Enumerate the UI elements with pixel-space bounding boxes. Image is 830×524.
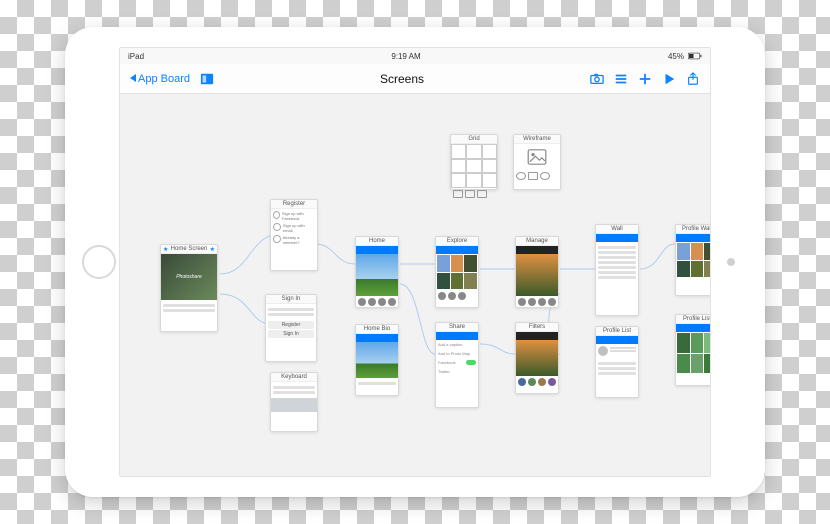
app-screen: iPad 9:19 AM 45% App Board Screens (119, 47, 711, 477)
share-tile[interactable]: Share Add a caption Add to Photo Map Fac… (435, 322, 479, 408)
wireframe-picture-label: Wireframe (514, 135, 560, 144)
tablet-right-side (711, 258, 751, 266)
filters-tile[interactable]: Filters (515, 322, 559, 394)
register-label: Register (271, 200, 317, 209)
home-screen-label: Home Screen (161, 245, 217, 254)
add-icon[interactable] (638, 72, 652, 86)
manage-tile[interactable]: Manage (515, 236, 559, 308)
play-icon[interactable] (662, 72, 676, 86)
signin-label: Sign In (266, 295, 316, 304)
profilewall-label: Profile Wall (676, 225, 711, 234)
home-screen-tile[interactable]: ★ ★ Home Screen Photoshare (160, 244, 218, 332)
battery-icon (688, 49, 702, 63)
explore-tile[interactable]: Explore (435, 236, 479, 308)
tablet-left-side (79, 245, 119, 279)
page-title: Screens (380, 72, 424, 86)
wall-label: Wall (596, 225, 638, 234)
share-icon[interactable] (686, 72, 700, 86)
app-name: Photoshare (176, 274, 202, 280)
wireframe-picture-tile[interactable]: Wireframe (513, 134, 561, 190)
keyboard-label: Keyboard (271, 373, 317, 382)
home-button[interactable] (82, 245, 116, 279)
register-tile[interactable]: Register Sign up with Facebook Sign up w… (270, 199, 318, 271)
explore-label: Explore (436, 237, 478, 246)
star-icon: ★ (163, 246, 168, 253)
list-icon[interactable] (614, 72, 628, 86)
camera-icon[interactable] (590, 72, 604, 86)
profilewall-tile[interactable]: Profile Wall (675, 224, 711, 296)
homebio-tile[interactable]: Home Bio (355, 324, 399, 396)
back-label: App Board (138, 73, 190, 85)
device-label: iPad (128, 52, 144, 61)
signin-tile[interactable]: Sign In Register Sign In (265, 294, 317, 362)
share-label: Share (436, 323, 478, 332)
wireframe-grid-tile[interactable]: Grid (450, 134, 498, 190)
back-button[interactable]: App Board (130, 73, 190, 85)
battery-label: 45% (668, 52, 684, 61)
camera-dot (727, 258, 735, 266)
profilelist-tile[interactable]: Profile List (595, 326, 639, 398)
clock: 9:19 AM (391, 52, 420, 61)
home-tile[interactable]: Home (355, 236, 399, 308)
star-icon: ★ (210, 246, 215, 253)
wall-tile[interactable]: Wall (595, 224, 639, 316)
profilelist2-tile[interactable]: Profile List (675, 314, 711, 386)
tablet-frame: iPad 9:19 AM 45% App Board Screens (65, 27, 765, 497)
nav-bar: App Board Screens (120, 64, 710, 94)
profilelist2-label: Profile List (676, 315, 711, 324)
screens-canvas[interactable]: Grid Wireframe ★ ★ Home Screen Photoshar… (120, 94, 710, 476)
filters-label: Filters (516, 323, 558, 332)
layout-icon[interactable] (200, 72, 214, 86)
manage-label: Manage (516, 237, 558, 246)
profilelist-label: Profile List (596, 327, 638, 336)
keyboard-tile[interactable]: Keyboard (270, 372, 318, 432)
wireframe-grid-label: Grid (451, 135, 497, 144)
status-bar: iPad 9:19 AM 45% (120, 48, 710, 64)
home-label: Home (356, 237, 398, 246)
homebio-label: Home Bio (356, 325, 398, 334)
